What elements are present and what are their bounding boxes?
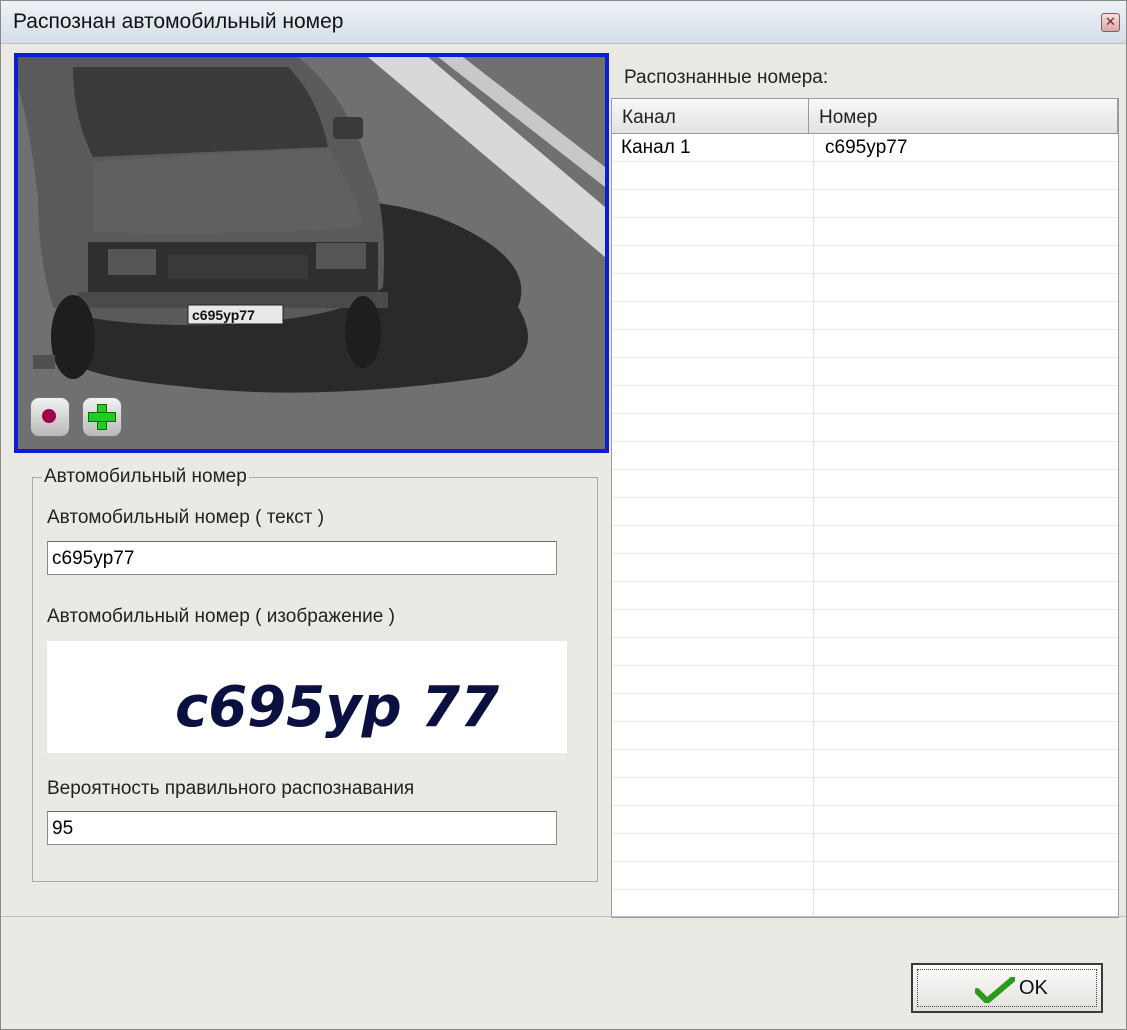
dialog-window: Распознан автомобильный номер ✕ с695ур77… [0, 0, 1127, 1030]
close-button[interactable]: ✕ [1101, 13, 1120, 32]
footer-divider [1, 916, 1126, 917]
column-header-channel[interactable]: Канал [612, 99, 809, 133]
plate-image: c695yp 77 [47, 641, 567, 753]
checkmark-icon [975, 977, 1015, 1003]
recognized-list[interactable]: Канал Номер Канал 1 c695yp77 [611, 98, 1119, 918]
record-button[interactable] [30, 397, 70, 437]
ok-label: OK [1019, 977, 1048, 999]
plate-group: Автомобильный номер Автомобильный номер … [32, 466, 598, 882]
list-header: Канал Номер [612, 99, 1118, 134]
list-rows: Канал 1 c695yp77 [612, 134, 1118, 916]
probability-label: Вероятность правильного распознавания [47, 778, 415, 799]
camera-snapshot: с695ур77 [14, 53, 609, 453]
window-title: Распознан автомобильный номер [13, 10, 344, 33]
probability-field[interactable]: 95 [47, 811, 557, 845]
plate-text-label: Автомобильный номер ( текст ) [47, 507, 325, 528]
title-bar: Распознан автомобильный номер ✕ [1, 1, 1126, 44]
camera-plate-text: с695ур77 [192, 307, 255, 323]
record-icon [42, 409, 56, 423]
plate-text-field[interactable]: c695yp77 [47, 541, 557, 575]
plate-image-text: c695yp 77 [175, 675, 499, 740]
column-header-number[interactable]: Номер [809, 99, 1118, 133]
car-image: с695ур77 [18, 57, 605, 449]
ok-button[interactable]: OK [911, 963, 1103, 1013]
row-number: c695yp77 [825, 137, 908, 158]
recognized-label: Распознанные номера: [624, 67, 829, 88]
plate-image-label: Автомобильный номер ( изображение ) [47, 606, 395, 627]
row-channel: Канал 1 [621, 137, 691, 158]
table-row[interactable]: Канал 1 c695yp77 [612, 134, 1118, 162]
add-button[interactable] [82, 397, 122, 437]
group-title: Автомобильный номер [42, 466, 249, 488]
close-icon: ✕ [1105, 14, 1116, 29]
